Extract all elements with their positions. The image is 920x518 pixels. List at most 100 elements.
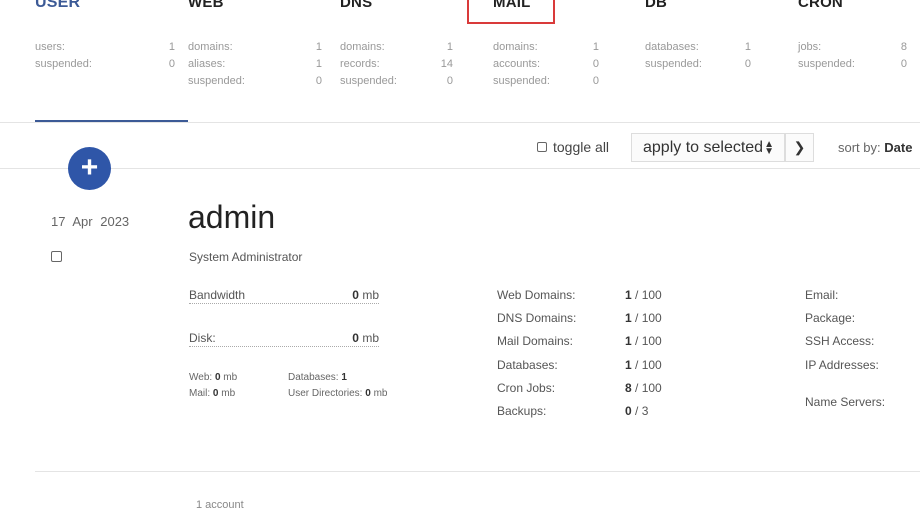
- limit-label: Web Domains:: [497, 288, 576, 302]
- limit-value: 1 / 100: [625, 311, 662, 325]
- sort-by-control[interactable]: sort by: Date: [838, 140, 912, 155]
- web-usage-unit: mb: [223, 372, 238, 383]
- full-name: System Administrator: [189, 250, 303, 264]
- disk-label: Disk: [189, 331, 213, 345]
- limit-used: 8: [625, 381, 632, 395]
- stat-value: 0: [592, 58, 599, 70]
- date-year: 2023: [100, 214, 130, 229]
- limit-used: 1: [625, 288, 632, 302]
- limit-used: 1: [625, 334, 632, 348]
- stat-label: suspended:: [340, 75, 397, 87]
- stat-label: suspended:: [188, 75, 245, 87]
- stat-label: aliases:: [188, 58, 226, 70]
- limit-value: 1 / 100: [625, 358, 662, 372]
- limit-label: DNS Domains:: [497, 311, 577, 325]
- databases-usage: Databases: 1: [288, 372, 347, 383]
- ip-addresses-label: IP Addresses:: [805, 358, 879, 372]
- stat-value: 1: [315, 41, 322, 53]
- limit-used: 0: [625, 404, 632, 418]
- stat-label: suspended:: [798, 58, 855, 70]
- stat-value: 1: [744, 41, 751, 53]
- tab-user[interactable]: USER: [35, 0, 80, 12]
- limit-value: 8 / 100: [625, 381, 662, 395]
- sort-by-label: sort by:: [838, 140, 881, 155]
- apply-go-button[interactable]: ❯: [785, 133, 814, 162]
- apply-to-selected-select[interactable]: apply to selected ▲ ▼: [631, 133, 785, 162]
- user-directories-label: User Directories:: [288, 388, 363, 399]
- stat-value: 0: [744, 58, 751, 70]
- limit-label: Backups:: [497, 404, 547, 418]
- limit-used: 1: [625, 311, 632, 325]
- user-directories-value: 0: [365, 388, 371, 399]
- add-user-button[interactable]: +: [68, 147, 111, 190]
- name-servers-label: Name Servers:: [805, 395, 886, 409]
- stat-value: 0: [315, 75, 322, 87]
- record-date: 17 Apr 2023: [51, 214, 129, 229]
- select-arrows-icon: ▲ ▼: [764, 139, 774, 157]
- stat-label: suspended:: [493, 75, 550, 87]
- stat-label: domains:: [340, 41, 385, 53]
- username-link[interactable]: admin: [188, 199, 275, 236]
- toggle-all-label: toggle all: [553, 139, 610, 155]
- user-directories-usage: User Directories: 0 mb: [288, 388, 388, 399]
- limit-value: 0 / 3: [625, 404, 648, 418]
- tab-cron[interactable]: CRON: [798, 0, 843, 11]
- limit-label: Mail Domains:: [497, 334, 574, 348]
- plus-icon: +: [80, 151, 99, 184]
- stat-label: jobs:: [798, 41, 822, 53]
- stat-value: 1: [168, 41, 175, 53]
- limit-max: / 100: [635, 334, 662, 348]
- limit-value: 1 / 100: [625, 334, 662, 348]
- limit-max: / 100: [635, 381, 662, 395]
- stat-label: users:: [35, 41, 65, 53]
- mail-usage: Mail: 0 mb: [189, 388, 235, 399]
- divider: [0, 122, 920, 123]
- stat-value: 1: [315, 58, 322, 70]
- disk-meter: Disk: 0 mb: [189, 331, 379, 347]
- web-usage-label: Web:: [189, 372, 213, 383]
- limit-max: / 3: [635, 404, 649, 418]
- record-checkbox[interactable]: [51, 251, 62, 262]
- limit-max: / 100: [635, 288, 662, 302]
- divider: [35, 471, 920, 472]
- limit-label: Cron Jobs:: [497, 381, 556, 395]
- stat-value: 0: [446, 75, 453, 87]
- stat-label: domains:: [493, 41, 538, 53]
- mail-usage-value: 0: [212, 388, 219, 399]
- stat-value: 1: [592, 41, 599, 53]
- tab-dns[interactable]: DNS: [340, 0, 372, 11]
- mail-usage-unit: mb: [221, 388, 236, 399]
- email-label: Email:: [805, 288, 839, 302]
- stat-label: accounts:: [493, 58, 541, 70]
- disk-value: 0: [352, 331, 359, 345]
- bandwidth-value: 0: [352, 288, 359, 302]
- stat-label: databases:: [645, 41, 699, 53]
- stat-value: 1: [446, 41, 453, 53]
- account-count: 1 account: [196, 499, 244, 511]
- limit-used: 1: [625, 358, 632, 372]
- stat-value: 0: [592, 75, 599, 87]
- mail-tab-highlight: [467, 0, 555, 24]
- stat-label: records:: [340, 58, 380, 70]
- divider: [0, 168, 920, 169]
- toggle-all-control[interactable]: toggle all: [537, 139, 609, 155]
- stat-value: 14: [440, 58, 453, 70]
- mail-usage-label: Mail:: [189, 388, 211, 399]
- bandwidth-meter: Bandwidth 0 mb: [189, 288, 379, 304]
- package-label: Package:: [805, 311, 856, 325]
- tab-web[interactable]: WEB: [188, 0, 224, 11]
- tab-db[interactable]: DB: [645, 0, 667, 11]
- apply-to-selected-label: apply to selected: [643, 138, 764, 156]
- limit-max: / 100: [635, 311, 662, 325]
- stat-value: 0: [900, 58, 907, 70]
- toggle-all-checkbox[interactable]: [537, 142, 547, 152]
- limit-max: / 100: [635, 358, 662, 372]
- web-usage-value: 0: [214, 372, 221, 383]
- databases-usage-value: 1: [341, 372, 347, 383]
- user-directories-unit: mb: [373, 388, 388, 399]
- stat-label: domains:: [188, 41, 233, 53]
- web-usage: Web: 0 mb: [189, 372, 237, 383]
- bandwidth-label: Bandwidth: [189, 288, 246, 302]
- limit-value: 1 / 100: [625, 288, 662, 302]
- stat-value: 8: [900, 41, 907, 53]
